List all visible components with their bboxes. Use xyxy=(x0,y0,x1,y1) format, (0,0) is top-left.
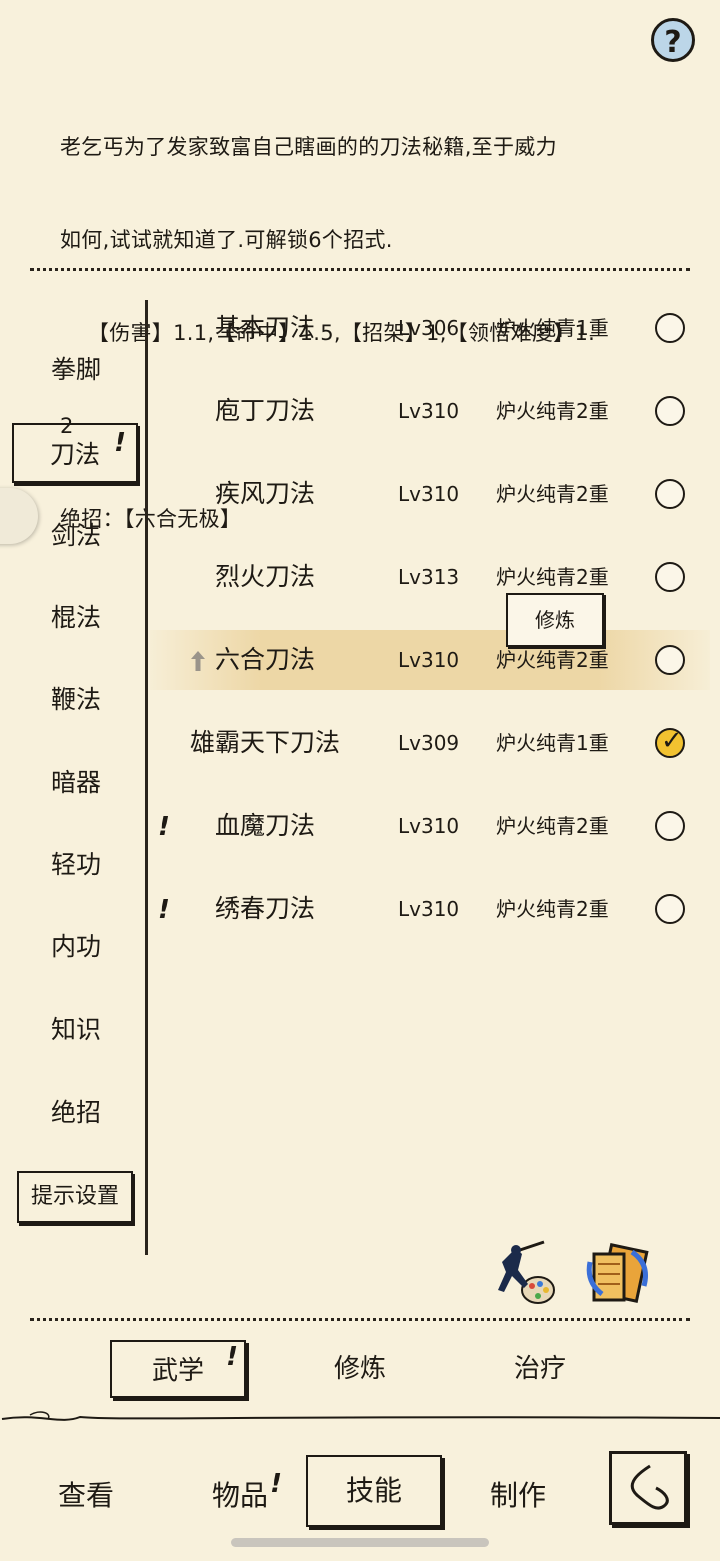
skill-name: 血魔刀法 xyxy=(214,811,315,840)
skill-tier: 炉火纯青2重 xyxy=(496,482,609,506)
alert-mark: ! xyxy=(226,1342,238,1372)
equip-radio-checked[interactable] xyxy=(655,726,685,758)
nav-skills[interactable]: 技能 xyxy=(306,1455,442,1527)
skill-name: 烈火刀法 xyxy=(214,562,315,591)
column-divider xyxy=(145,300,148,1255)
description-line: 老乞丐为了发家致富自己瞎画的的刀法秘籍,至于威力 xyxy=(60,135,557,159)
back-button[interactable] xyxy=(609,1451,687,1525)
skill-row[interactable]: 烈火刀法 Lv313 炉火纯青2重 xyxy=(150,547,710,607)
category-juezhao[interactable]: 绝招 xyxy=(20,1083,132,1143)
tab-xiulian[interactable]: 修炼 xyxy=(300,1340,420,1398)
skill-level: Lv306 xyxy=(398,316,460,340)
skill-name: 基本刀法 xyxy=(214,313,315,342)
equip-radio[interactable] xyxy=(655,811,685,841)
skill-name: 绣春刀法 xyxy=(214,894,315,923)
equip-radio[interactable] xyxy=(655,894,685,924)
equip-radio[interactable] xyxy=(655,645,685,675)
category-neigong[interactable]: 内功 xyxy=(20,917,132,977)
skill-level: Lv310 xyxy=(398,648,460,672)
skill-row[interactable]: ! 绣春刀法 Lv310 炉火纯青2重 xyxy=(150,879,710,939)
skill-level: Lv313 xyxy=(398,565,460,589)
skill-level: Lv310 xyxy=(398,814,460,838)
skill-level: Lv310 xyxy=(398,482,460,506)
skill-level: Lv310 xyxy=(398,897,460,921)
category-anqi[interactable]: 暗器 xyxy=(20,753,132,813)
tab-wuxue[interactable]: 武学! xyxy=(110,1340,246,1398)
category-gunfa[interactable]: 棍法 xyxy=(20,588,132,648)
divider-top xyxy=(30,268,690,271)
martial-artist-icon[interactable] xyxy=(494,1240,560,1310)
alert-mark: ! xyxy=(270,1469,282,1499)
train-button[interactable]: 修炼 xyxy=(506,593,604,647)
category-jianfa[interactable]: 剑法 xyxy=(20,506,132,566)
skill-tier: 炉火纯青2重 xyxy=(496,814,609,838)
skill-row[interactable]: 基本刀法 Lv306 炉火纯青1重 xyxy=(150,298,710,358)
divider-bottom xyxy=(30,1318,690,1321)
skill-row[interactable]: 庖丁刀法 Lv310 炉火纯青2重 xyxy=(150,381,710,441)
alert-mark: ! xyxy=(114,428,126,458)
nav-items[interactable]: 物品! xyxy=(180,1465,300,1527)
skill-tier: 炉火纯青1重 xyxy=(496,316,609,340)
equip-radio[interactable] xyxy=(655,479,685,509)
skill-row[interactable]: 疾风刀法 Lv310 炉火纯青2重 xyxy=(150,464,710,524)
nav-craft[interactable]: 制作 xyxy=(462,1465,574,1527)
category-qinggong[interactable]: 轻功 xyxy=(20,835,132,895)
skill-tier: 炉火纯青2重 xyxy=(496,897,609,921)
equip-radio[interactable] xyxy=(655,313,685,343)
skill-name: 雄霸天下刀法 xyxy=(189,728,340,757)
equip-radio[interactable] xyxy=(655,562,685,592)
tab-zhiliao[interactable]: 治疗 xyxy=(480,1340,600,1398)
skill-row-selected[interactable]: 六合刀法 Lv310 炉火纯青2重 xyxy=(150,630,710,690)
tip-settings-button[interactable]: 提示设置 xyxy=(17,1171,133,1223)
skill-row[interactable]: ! 血魔刀法 Lv310 炉火纯青2重 xyxy=(150,796,710,856)
skill-name: 疾风刀法 xyxy=(214,479,315,508)
category-zhishi[interactable]: 知识 xyxy=(20,1000,132,1060)
skill-level: Lv310 xyxy=(398,399,460,423)
nav-view[interactable]: 查看 xyxy=(30,1465,142,1527)
description-line: 如何,试试就知道了.可解锁6个招式. xyxy=(60,228,393,252)
skill-name: 庖丁刀法 xyxy=(214,396,315,425)
skill-tier: 炉火纯青1重 xyxy=(496,731,609,755)
category-quanjiao[interactable]: 拳脚 xyxy=(20,340,132,400)
category-bianfa[interactable]: 鞭法 xyxy=(20,670,132,730)
help-button[interactable]: ? xyxy=(651,18,695,62)
exchange-scroll-icon[interactable] xyxy=(584,1242,652,1308)
category-daofa[interactable]: 刀法! xyxy=(12,423,138,483)
skill-tier: 炉火纯青2重 xyxy=(496,399,609,423)
home-indicator[interactable] xyxy=(231,1538,489,1547)
skill-level: Lv309 xyxy=(398,731,460,755)
skill-name: 六合刀法 xyxy=(214,645,315,674)
equip-radio[interactable] xyxy=(655,396,685,426)
back-swirl-icon xyxy=(630,1464,669,1510)
skill-row[interactable]: 雄霸天下刀法 Lv309 炉火纯青1重 xyxy=(150,713,710,773)
